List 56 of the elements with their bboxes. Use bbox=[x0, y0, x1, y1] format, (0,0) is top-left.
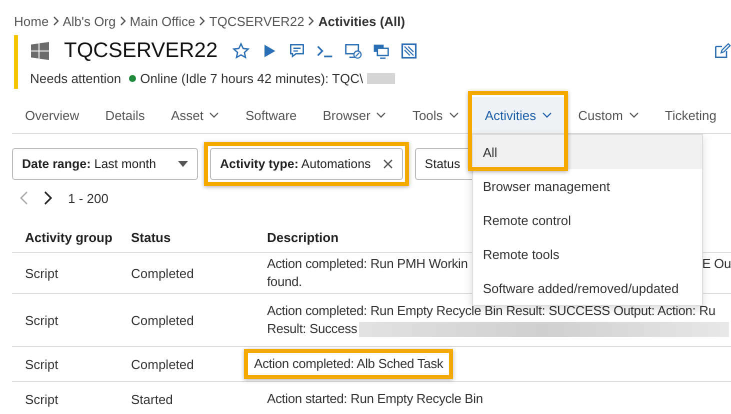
page-range: 1 - 200 bbox=[68, 190, 108, 206]
description-text: Action completed: Run Empty Recycle Bin Result: SUCCESS Output: Action: Ru bbox=[267, 302, 716, 320]
chevron-icon bbox=[120, 16, 126, 26]
breadcrumb-link[interactable]: Alb's Org bbox=[62, 14, 116, 28]
tab[interactable]: Ticketing bbox=[652, 97, 730, 133]
menu-item[interactable]: Remote tools bbox=[472, 237, 702, 271]
remote-screen-icon[interactable] bbox=[344, 42, 362, 60]
column-header: Description bbox=[266, 230, 340, 244]
crossed-box-icon[interactable] bbox=[400, 42, 418, 60]
table-cell-text: Completed bbox=[130, 312, 195, 328]
tab[interactable]: Browser bbox=[310, 97, 400, 133]
next-icon[interactable] bbox=[44, 191, 52, 205]
breadcrumb-link[interactable]: Home bbox=[14, 14, 49, 28]
tab[interactable]: Software bbox=[232, 97, 310, 133]
tab[interactable]: Asset bbox=[158, 97, 232, 133]
chat-icon[interactable] bbox=[288, 42, 306, 60]
table-cell-text: Script bbox=[24, 266, 60, 280]
monitors-icon[interactable] bbox=[372, 42, 390, 60]
menu-item[interactable]: Software added/removed/updated bbox=[472, 271, 702, 305]
chevron-icon bbox=[308, 16, 314, 26]
tab[interactable]: Tools bbox=[399, 97, 472, 133]
tab[interactable]: Details bbox=[92, 97, 158, 133]
table-cell-text: Completed bbox=[130, 356, 195, 372]
filter-chip[interactable]: Date range: Last month bbox=[12, 148, 198, 180]
alert-text: Needs attention bbox=[30, 70, 122, 86]
description-text: Action started: Run Empty Recycle Bin bbox=[267, 390, 483, 408]
menu-item[interactable]: All bbox=[472, 135, 702, 169]
description-text: Action completed: Run PMH Workin bbox=[267, 255, 468, 273]
table-cell-text: Started bbox=[130, 392, 174, 406]
filter-chip[interactable]: Activity type: Automations bbox=[210, 148, 403, 180]
chevron-icon bbox=[199, 16, 206, 26]
description-text: Action completed: Alb Sched Task bbox=[254, 355, 444, 373]
breadcrumb-link[interactable]: TQCSERVER22 bbox=[209, 14, 304, 28]
description-text: E Ou bbox=[702, 255, 731, 273]
column-header: Activity group bbox=[24, 230, 114, 244]
dropdown-triangle-icon bbox=[178, 161, 188, 167]
tab[interactable]: Custom bbox=[565, 97, 652, 133]
chevron-icon bbox=[52, 16, 59, 26]
tab[interactable]: Overview bbox=[12, 97, 92, 133]
status-text: Online (Idle 7 hours 42 minutes): TQC\ bbox=[140, 70, 364, 86]
table-cell-text: Script bbox=[24, 392, 60, 406]
table-cell-text: Script bbox=[24, 312, 60, 328]
star-icon[interactable] bbox=[232, 42, 250, 60]
table-cell-text: Script bbox=[24, 356, 60, 372]
tab[interactable]: Activities bbox=[472, 97, 566, 133]
table-cell-text: Completed bbox=[130, 266, 195, 280]
breadcrumb-link[interactable]: Main Office bbox=[130, 14, 196, 28]
device-name: TQCSERVER22 bbox=[64, 39, 218, 63]
edit-icon[interactable] bbox=[713, 42, 731, 60]
description-text: found. bbox=[267, 273, 302, 291]
description-text: Result: Success bbox=[267, 320, 358, 338]
menu-item[interactable]: Remote control bbox=[472, 203, 702, 237]
windows-icon bbox=[30, 41, 50, 61]
close-icon[interactable] bbox=[382, 159, 393, 169]
redacted-block bbox=[367, 72, 396, 84]
column-header: Status bbox=[130, 230, 172, 244]
